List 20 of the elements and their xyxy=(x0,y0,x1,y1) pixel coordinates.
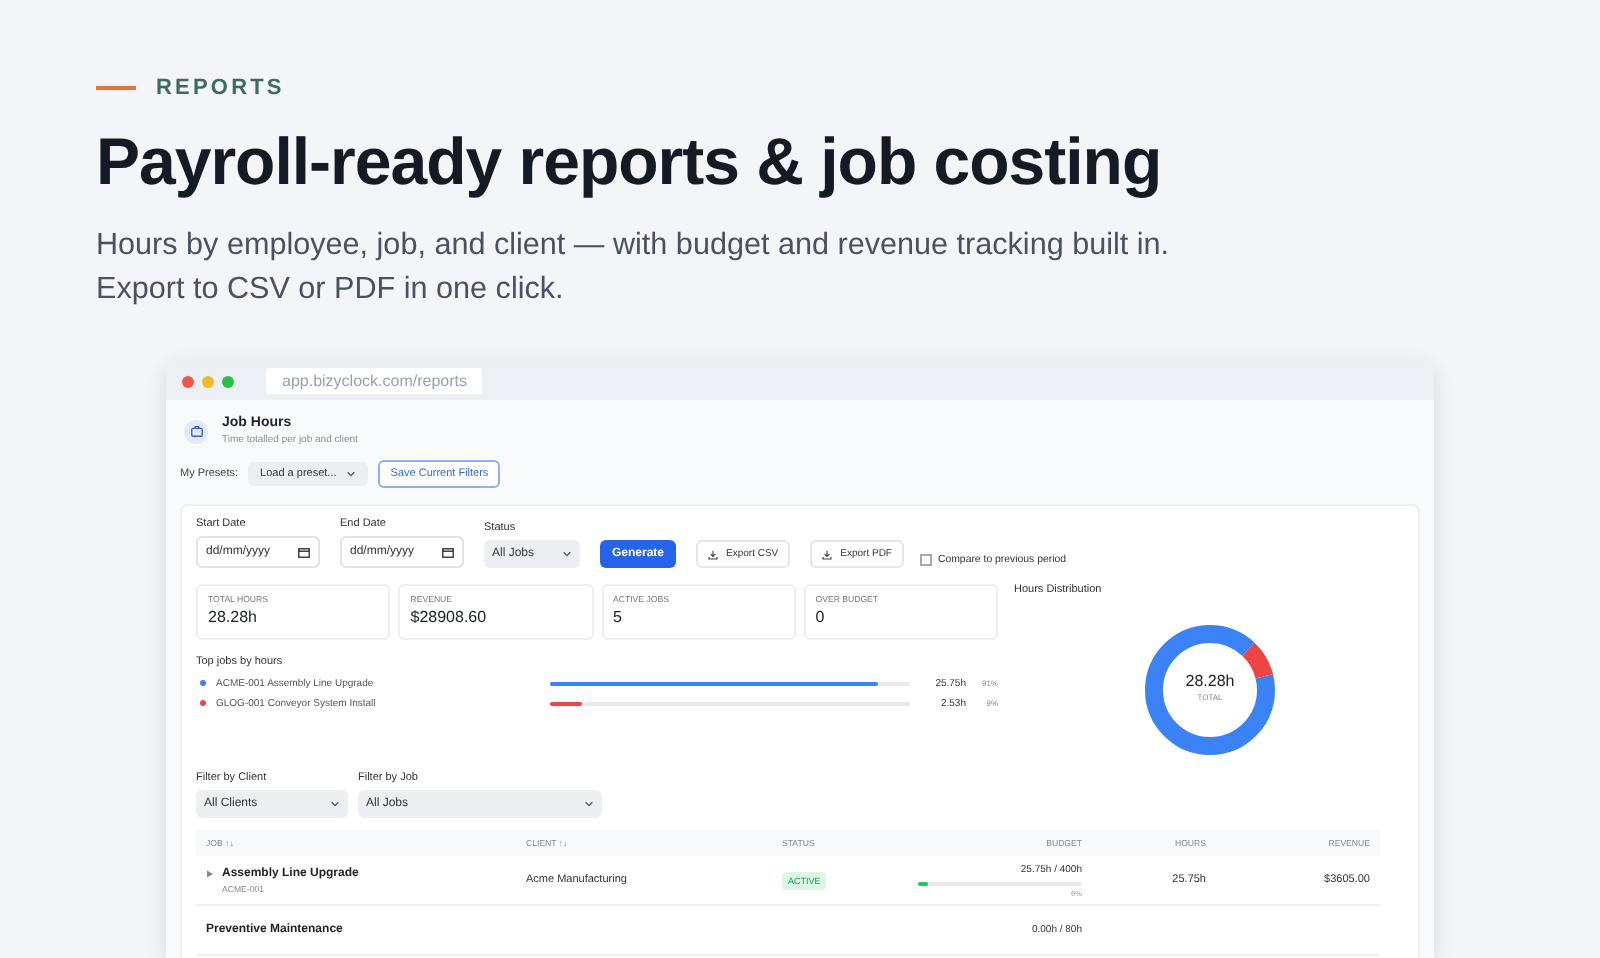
chevron-icon xyxy=(584,800,594,808)
stat-value: 0 xyxy=(815,608,827,626)
subheadline: Hours by employee, job, and client — with budget and revenue tracking built in. Export to CSV or PDF in one click. xyxy=(96,226,1172,310)
download-icon xyxy=(822,549,833,559)
calendar-icon xyxy=(298,547,310,557)
donut-chart xyxy=(1140,620,1280,760)
headline: Payroll-ready reports & job costing xyxy=(96,124,1164,200)
stat-value: 5 xyxy=(613,608,624,626)
chevron-icon xyxy=(346,470,357,478)
donut-total: 28.28h xyxy=(1185,672,1235,690)
stat-value: $28908.60 xyxy=(410,608,489,626)
calendar-icon xyxy=(442,547,454,557)
download-icon xyxy=(708,549,719,559)
chevron-icon xyxy=(562,550,572,558)
caret-icon[interactable] xyxy=(206,869,214,877)
briefcase-icon xyxy=(184,419,208,443)
eyebrow-label: REPORTS xyxy=(156,76,285,100)
chevron-icon xyxy=(330,800,340,808)
stat-value: 28.28h xyxy=(208,608,259,626)
compare-checkbox[interactable] xyxy=(919,554,932,566)
